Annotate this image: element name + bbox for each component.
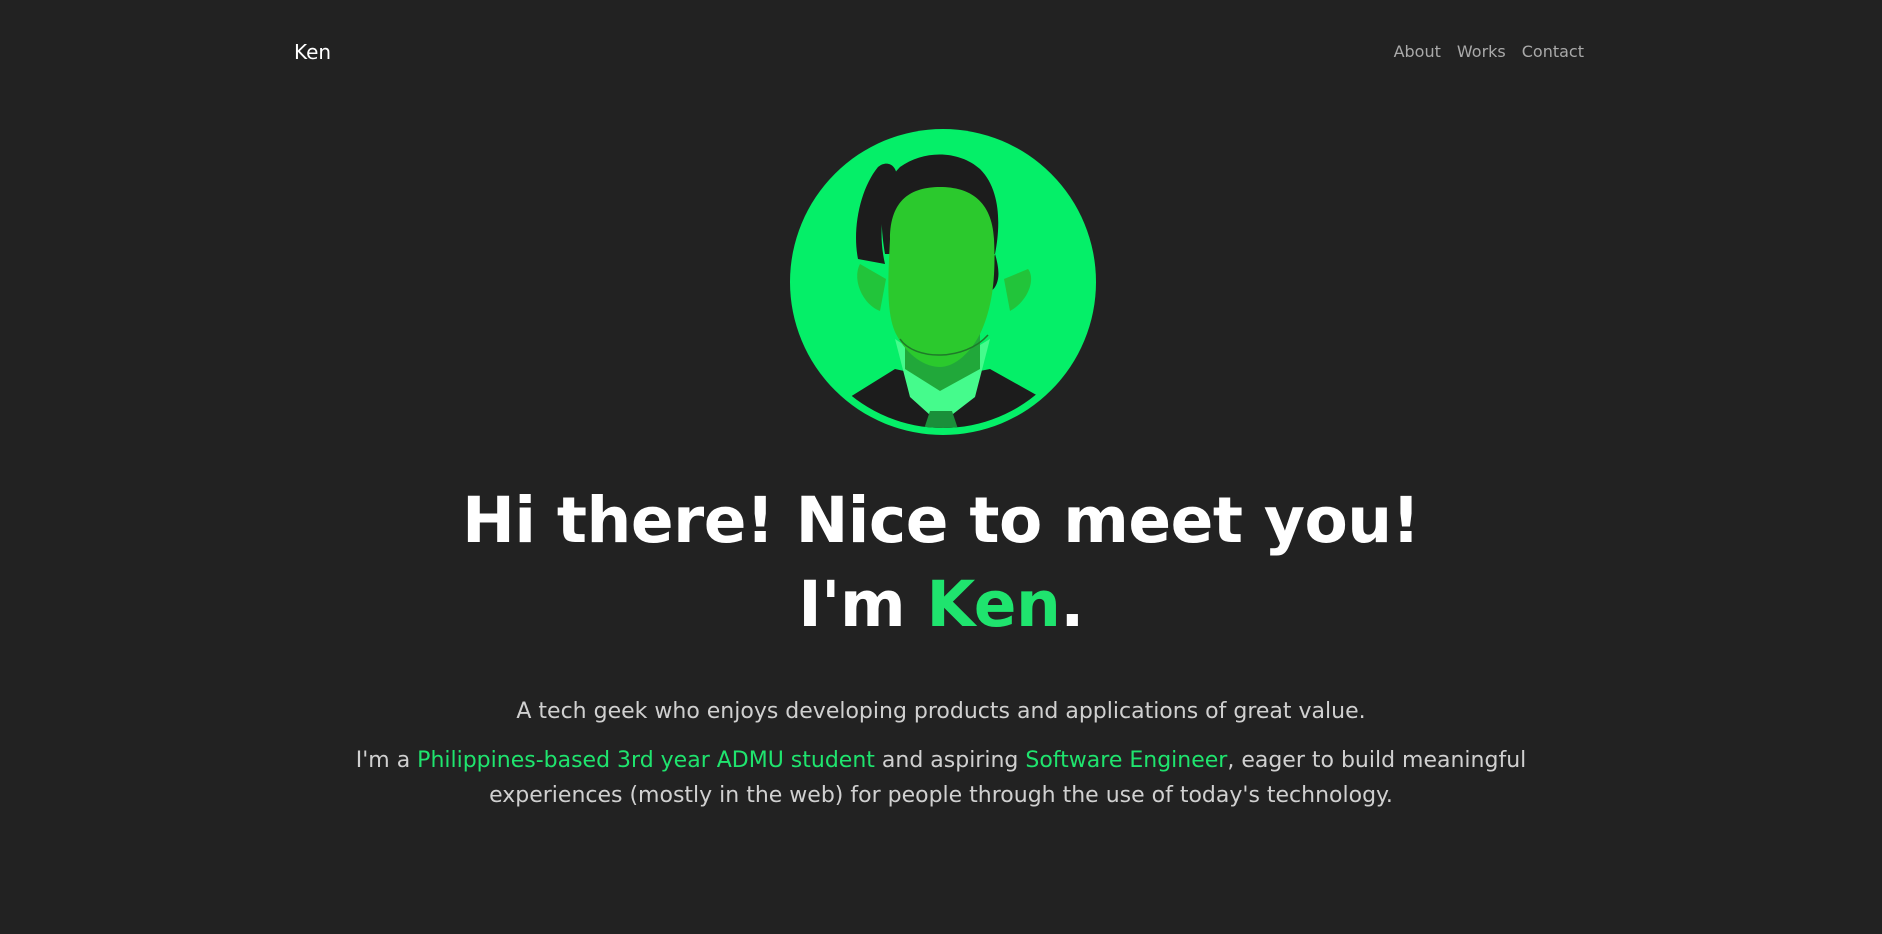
main-nav: About Works Contact xyxy=(1394,42,1584,61)
headline-name: Ken xyxy=(926,568,1061,641)
brand-logo[interactable]: Ken xyxy=(294,40,331,64)
headline-prefix: I'm xyxy=(798,568,927,641)
nav-about[interactable]: About xyxy=(1394,42,1441,61)
bio-text-1: I'm a xyxy=(355,748,418,773)
avatar xyxy=(790,129,1096,435)
bio-highlight-location: Philippines-based 3rd year ADMU student xyxy=(417,748,875,773)
headline-line-1: Hi there! Nice to meet you! xyxy=(462,484,1420,557)
hero-headline: Hi there! Nice to meet you! I'm Ken. xyxy=(0,479,1882,647)
hero-bio: I'm a Philippines-based 3rd year ADMU st… xyxy=(330,743,1552,813)
headline-suffix: . xyxy=(1060,568,1084,641)
bio-highlight-role: Software Engineer xyxy=(1025,748,1228,773)
hero-tagline: A tech geek who enjoys developing produc… xyxy=(516,699,1366,724)
avatar-illustration xyxy=(790,129,1096,435)
nav-contact[interactable]: Contact xyxy=(1522,42,1584,61)
bio-text-2: and aspiring xyxy=(874,748,1026,773)
nav-works[interactable]: Works xyxy=(1457,42,1506,61)
page: Ken About Works Contact Hi there! Nice t… xyxy=(0,0,1882,934)
